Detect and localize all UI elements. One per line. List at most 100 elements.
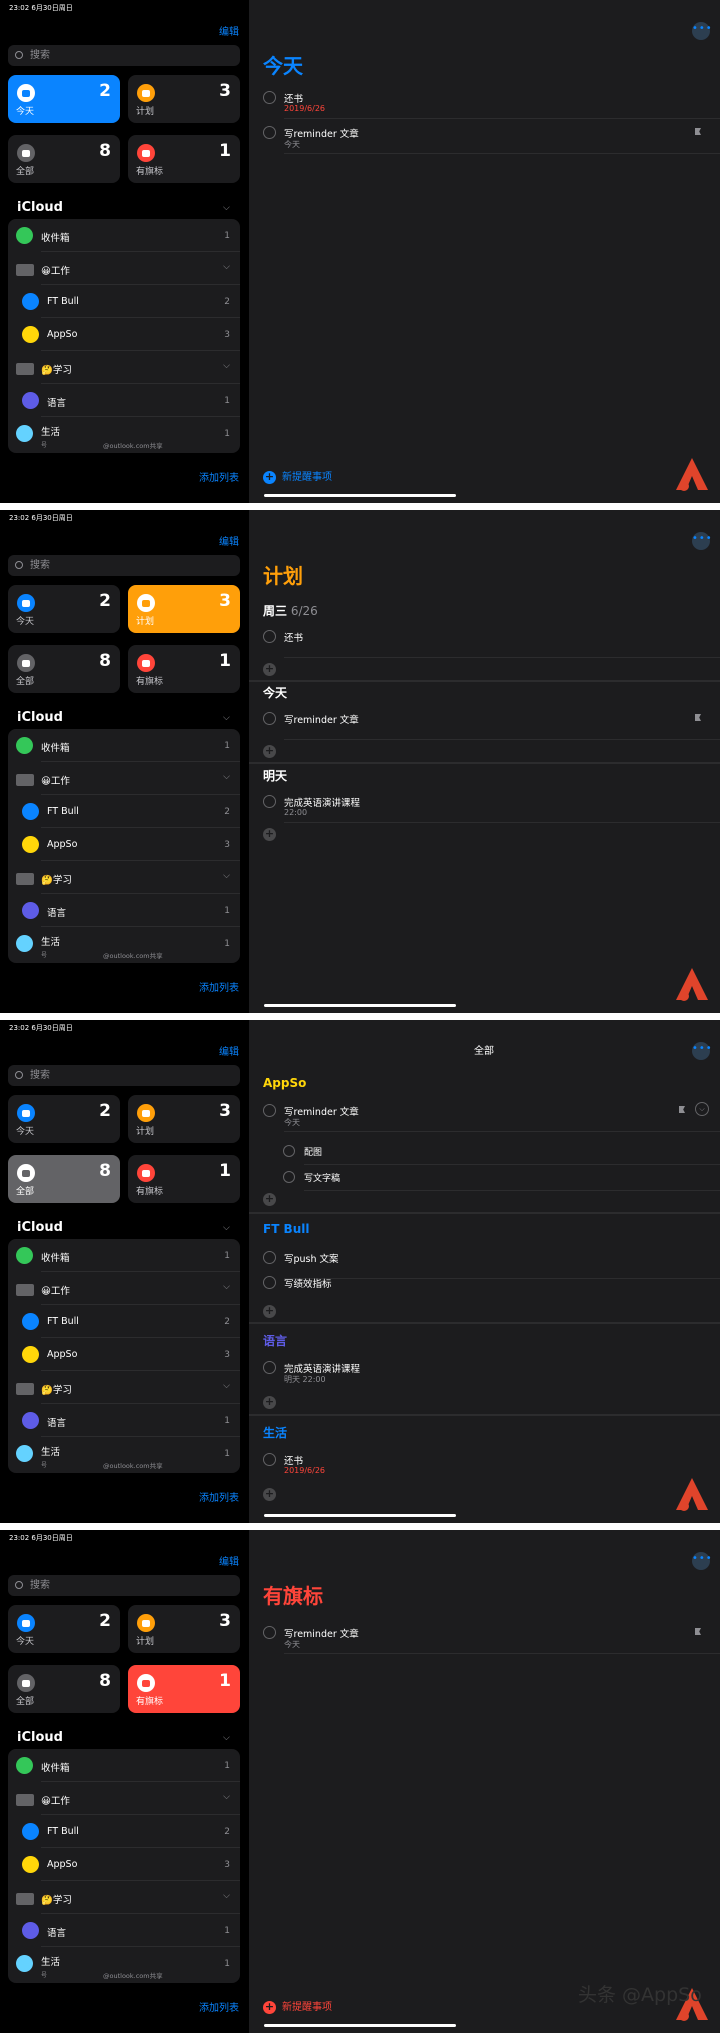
chevron-down-icon[interactable]: ⌵ [223,262,230,272]
sidebar-list-item[interactable]: 收件箱 1 [8,1239,240,1272]
complete-toggle[interactable] [263,630,276,643]
sidebar-list-item[interactable]: 生活号 @outlook.com共享 1 [8,1437,240,1470]
add-list-button[interactable]: 添加列表 [199,979,239,994]
smart-list-all[interactable]: 8 全部 [8,645,120,693]
more-icon[interactable]: ••• [692,1042,712,1060]
reminder-row[interactable]: 还书 2019/6/26 [249,1447,720,1481]
smart-list-today[interactable]: 2 今天 [8,1605,120,1653]
sidebar-list-item[interactable]: 😀工作 ⌵ [8,1782,240,1815]
chevron-down-icon[interactable]: ⌵ [223,1792,230,1802]
more-icon[interactable]: ••• [692,22,712,40]
sidebar-list-item[interactable]: 😀工作 ⌵ [8,252,240,285]
complete-toggle[interactable] [263,126,276,139]
sidebar-list-item[interactable]: 语言 1 [8,384,240,417]
complete-toggle[interactable] [263,795,276,808]
sidebar-list-item[interactable]: 🤔学习 ⌵ [8,861,240,894]
add-reminder-icon[interactable]: + [263,1396,276,1409]
sidebar-list-item[interactable]: 收件箱 1 [8,219,240,252]
reminder-row[interactable]: 写reminder 文章 今天 [249,120,720,154]
sidebar-list-item[interactable]: AppSo 3 [8,1848,240,1881]
add-reminder-icon[interactable]: + [263,828,276,841]
search-input[interactable]: 搜索 [8,1065,240,1086]
reminder-row[interactable]: 还书 2019/6/26 [249,85,720,119]
add-reminder-icon[interactable]: + [263,1305,276,1318]
add-reminder-icon[interactable]: + [263,663,276,676]
add-reminder-icon[interactable]: + [263,745,276,758]
add-reminder-icon[interactable]: + [263,1193,276,1206]
complete-toggle[interactable] [263,1276,276,1289]
expand-subtasks-icon[interactable]: ⌵ [695,1102,709,1116]
smart-list-scheduled[interactable]: 3 计划 [128,75,240,123]
reminder-row[interactable]: 还书 [249,624,720,658]
smart-list-today[interactable]: 2 今天 [8,585,120,633]
smart-list-all[interactable]: 8 全部 [8,1155,120,1203]
complete-toggle[interactable] [263,1251,276,1264]
smart-list-scheduled[interactable]: 3 计划 [128,1605,240,1653]
chevron-down-icon[interactable]: ⌵ [223,713,230,723]
chevron-down-icon[interactable]: ⌵ [223,1381,230,1391]
chevron-down-icon[interactable]: ⌵ [223,1223,230,1233]
sidebar-list-item[interactable]: 收件箱 1 [8,729,240,762]
reminder-row[interactable]: 写reminder 文章 [249,706,720,740]
new-reminder-button[interactable]: + 新提醒事项 [263,1998,332,2014]
smart-list-flagged[interactable]: 1 有旗标 [128,1155,240,1203]
complete-toggle[interactable] [263,91,276,104]
add-list-button[interactable]: 添加列表 [199,1999,239,2014]
chevron-down-icon[interactable]: ⌵ [223,1891,230,1901]
sidebar-list-item[interactable]: 语言 1 [8,894,240,927]
reminder-row[interactable]: 完成英语演讲课程 22:00 [249,789,720,823]
chevron-down-icon[interactable]: ⌵ [223,1733,230,1743]
subtask-row[interactable]: 配图 [249,1139,720,1165]
chevron-down-icon[interactable]: ⌵ [223,1282,230,1292]
edit-button[interactable]: 编辑 [219,23,239,38]
sidebar-list-item[interactable]: AppSo 3 [8,828,240,861]
sidebar-list-item[interactable]: 🤔学习 ⌵ [8,351,240,384]
sidebar-list-item[interactable]: 生活号 @outlook.com共享 1 [8,417,240,450]
reminder-row[interactable]: 写reminder 文章 今天 [249,1620,720,1654]
sidebar-list-item[interactable]: 语言 1 [8,1404,240,1437]
chevron-down-icon[interactable]: ⌵ [223,772,230,782]
smart-list-flagged[interactable]: 1 有旗标 [128,645,240,693]
smart-list-scheduled[interactable]: 3 计划 [128,1095,240,1143]
sidebar-list-item[interactable]: 🤔学习 ⌵ [8,1881,240,1914]
chevron-down-icon[interactable]: ⌵ [223,203,230,213]
search-input[interactable]: 搜索 [8,45,240,66]
complete-toggle[interactable] [283,1171,295,1183]
sidebar-list-item[interactable]: AppSo 3 [8,318,240,351]
smart-list-today[interactable]: 2 今天 [8,1095,120,1143]
reminder-row[interactable]: 写绩效指标 [249,1270,720,1304]
complete-toggle[interactable] [263,1453,276,1466]
complete-toggle[interactable] [263,1104,276,1117]
more-icon[interactable]: ••• [692,532,712,550]
sidebar-list-item[interactable]: 😀工作 ⌵ [8,762,240,795]
edit-button[interactable]: 编辑 [219,1043,239,1058]
reminder-row[interactable]: 完成英语演讲课程 明天 22:00 [249,1355,720,1389]
smart-list-all[interactable]: 8 全部 [8,135,120,183]
complete-toggle[interactable] [263,712,276,725]
search-input[interactable]: 搜索 [8,1575,240,1596]
sidebar-list-item[interactable]: 😀工作 ⌵ [8,1272,240,1305]
sidebar-list-item[interactable]: 收件箱 1 [8,1749,240,1782]
sidebar-list-item[interactable]: 生活号 @outlook.com共享 1 [8,1947,240,1980]
chevron-down-icon[interactable]: ⌵ [223,871,230,881]
sidebar-list-item[interactable]: 语言 1 [8,1914,240,1947]
sidebar-list-item[interactable]: FT Bull 2 [8,285,240,318]
smart-list-flagged[interactable]: 1 有旗标 [128,1665,240,1713]
smart-list-scheduled[interactable]: 3 计划 [128,585,240,633]
complete-toggle[interactable] [263,1361,276,1374]
edit-button[interactable]: 编辑 [219,1553,239,1568]
subtask-row[interactable]: 写文字稿 [249,1165,720,1191]
chevron-down-icon[interactable]: ⌵ [223,361,230,371]
smart-list-today[interactable]: 2 今天 [8,75,120,123]
smart-list-flagged[interactable]: 1 有旗标 [128,135,240,183]
sidebar-list-item[interactable]: 生活号 @outlook.com共享 1 [8,927,240,960]
search-input[interactable]: 搜索 [8,555,240,576]
add-list-button[interactable]: 添加列表 [199,469,239,484]
add-reminder-icon[interactable]: + [263,1488,276,1501]
more-icon[interactable]: ••• [692,1552,712,1570]
sidebar-list-item[interactable]: 🤔学习 ⌵ [8,1371,240,1404]
reminder-row[interactable]: 写reminder 文章 今天 ⌵ [249,1098,720,1132]
edit-button[interactable]: 编辑 [219,533,239,548]
sidebar-list-item[interactable]: FT Bull 2 [8,1815,240,1848]
complete-toggle[interactable] [283,1145,295,1157]
